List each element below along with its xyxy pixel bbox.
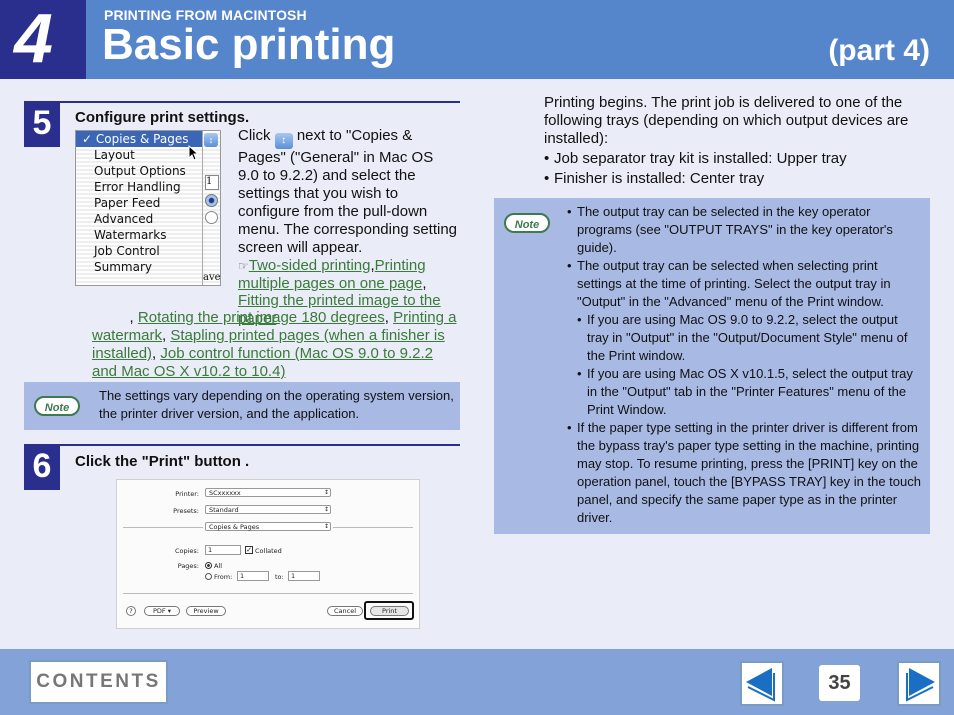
step-5-note: Note The settings vary depending on the … (24, 382, 460, 430)
to-input: 1 (288, 571, 320, 581)
radio-unselected-icon (205, 211, 218, 224)
menu-item-watermarks: Watermarks (94, 228, 167, 242)
print-button-highlight (364, 601, 414, 620)
note-list: The output tray can be selected in the k… (567, 203, 923, 527)
step-5-note-text: The settings vary depending on the opera… (99, 388, 454, 421)
pdf-button: PDF ▾ (144, 606, 180, 616)
popup-arrows-icon: ↕ (274, 133, 293, 149)
step-5-number: 5 (24, 101, 60, 147)
menu-item-job-control: Job Control (94, 244, 160, 258)
menu-side-fragment: ↕ 1 ave (202, 131, 221, 285)
step-6-title: Click the "Print" button . (75, 453, 250, 470)
reference-pointer-icon: ☞ (238, 259, 249, 273)
contents-button[interactable]: CONTENTS (29, 660, 168, 704)
copies-input: 1 (205, 545, 241, 555)
cancel-button: Cancel (327, 606, 363, 616)
step-6-divider (24, 444, 460, 446)
page-header: 4 PRINTING FROM MACINTOSH Basic printing… (0, 0, 954, 79)
radio-selected-icon (205, 194, 218, 207)
page-number: 35 (819, 665, 860, 701)
all-label: All (214, 562, 223, 570)
from-input: 1 (237, 571, 269, 581)
output-tray-note: Note The output tray can be selected in … (494, 198, 930, 534)
chapter-number: 4 (14, 0, 53, 77)
menu-side-text: ave (203, 272, 221, 283)
dialog-divider (333, 527, 413, 528)
menu-item-output-options: Output Options (94, 164, 186, 178)
collated-checkbox-icon: ✓ (245, 546, 253, 554)
presets-select: Standard (205, 505, 331, 514)
arrow-right-icon (906, 668, 935, 702)
menu-item-paper-feed: Paper Feed (94, 196, 161, 210)
pages-label: Pages: (177, 562, 199, 570)
radio-from-icon (205, 573, 212, 580)
printer-select: SCxxxxxx (205, 488, 331, 497)
print-menu-screenshot: ✓ Copies & Pages Layout Output Options E… (75, 130, 221, 286)
print-dialog-screenshot: Printer: SCxxxxxx Presets: Standard Copi… (116, 479, 420, 629)
collated-label: Collated (255, 547, 282, 555)
note-item: If the paper type setting in the printer… (567, 419, 923, 527)
tray-item: Finisher is installed: Center tray (544, 170, 934, 188)
dialog-divider (123, 527, 203, 528)
step-5-divider (24, 101, 460, 103)
note-subitem: If you are using Mac OS 9.0 to 9.2.2, se… (577, 311, 923, 365)
note-item: The output tray can be selected in the k… (567, 203, 923, 257)
link-rotating-180[interactable]: Rotating the print image 180 degrees (138, 309, 385, 326)
page-title: Basic printing (102, 20, 396, 69)
radio-all-icon (205, 562, 212, 569)
chapter-badge: 4 (0, 0, 86, 79)
next-page-button[interactable] (897, 661, 941, 706)
reference-links-bottom: paper, Rotating the print image 180 degr… (92, 309, 457, 380)
menu-item-error-handling: Error Handling (94, 180, 181, 194)
printing-result-text: Printing begins. The print job is delive… (544, 94, 934, 188)
help-icon: ? (126, 606, 136, 616)
print-options-menu: ✓ Copies & Pages Layout Output Options E… (76, 131, 202, 285)
part-label: (part 4) (828, 34, 930, 67)
preview-button: Preview (186, 606, 226, 616)
menu-item-copies-pages: ✓ Copies & Pages (76, 131, 202, 147)
dialog-divider (123, 593, 413, 594)
note-badge-icon: Note (34, 396, 80, 416)
step-6-number: 6 (24, 444, 60, 490)
popup-arrows-icon: ↕ (204, 133, 218, 147)
note-subitem: If you are using Mac OS X v10.1.5, selec… (577, 365, 923, 419)
presets-label: Presets: (173, 507, 199, 515)
menu-item-summary: Summary (94, 260, 152, 274)
to-label: to: (275, 573, 284, 581)
intro-paragraph: Printing begins. The print job is delive… (544, 94, 909, 147)
link-two-sided-printing[interactable]: Two-sided printing (249, 257, 371, 274)
step-5-instructions: Click ↕ next to "Copies & Pages" ("Gener… (238, 127, 458, 256)
mouse-cursor-icon (188, 145, 200, 161)
step-5-title: Configure print settings. (75, 109, 250, 126)
tray-item: Job separator tray kit is installed: Upp… (544, 150, 934, 168)
note-item: The output tray can be selected when sel… (567, 257, 923, 311)
menu-item-advanced: Advanced (94, 212, 154, 226)
previous-page-button[interactable] (740, 661, 784, 706)
menu-item-layout: Layout (94, 148, 135, 162)
note-badge-icon: Note (504, 213, 550, 233)
reference-links-top: ☞Two-sided printing,Printing multiple pa… (238, 257, 427, 292)
menu-side-input: 1 (205, 175, 219, 190)
panel-select: Copies & Pages (205, 522, 331, 531)
copies-label: Copies: (174, 547, 199, 555)
printer-label: Printer: (175, 490, 199, 498)
arrow-left-icon (746, 668, 775, 702)
from-label: From: (214, 573, 233, 581)
